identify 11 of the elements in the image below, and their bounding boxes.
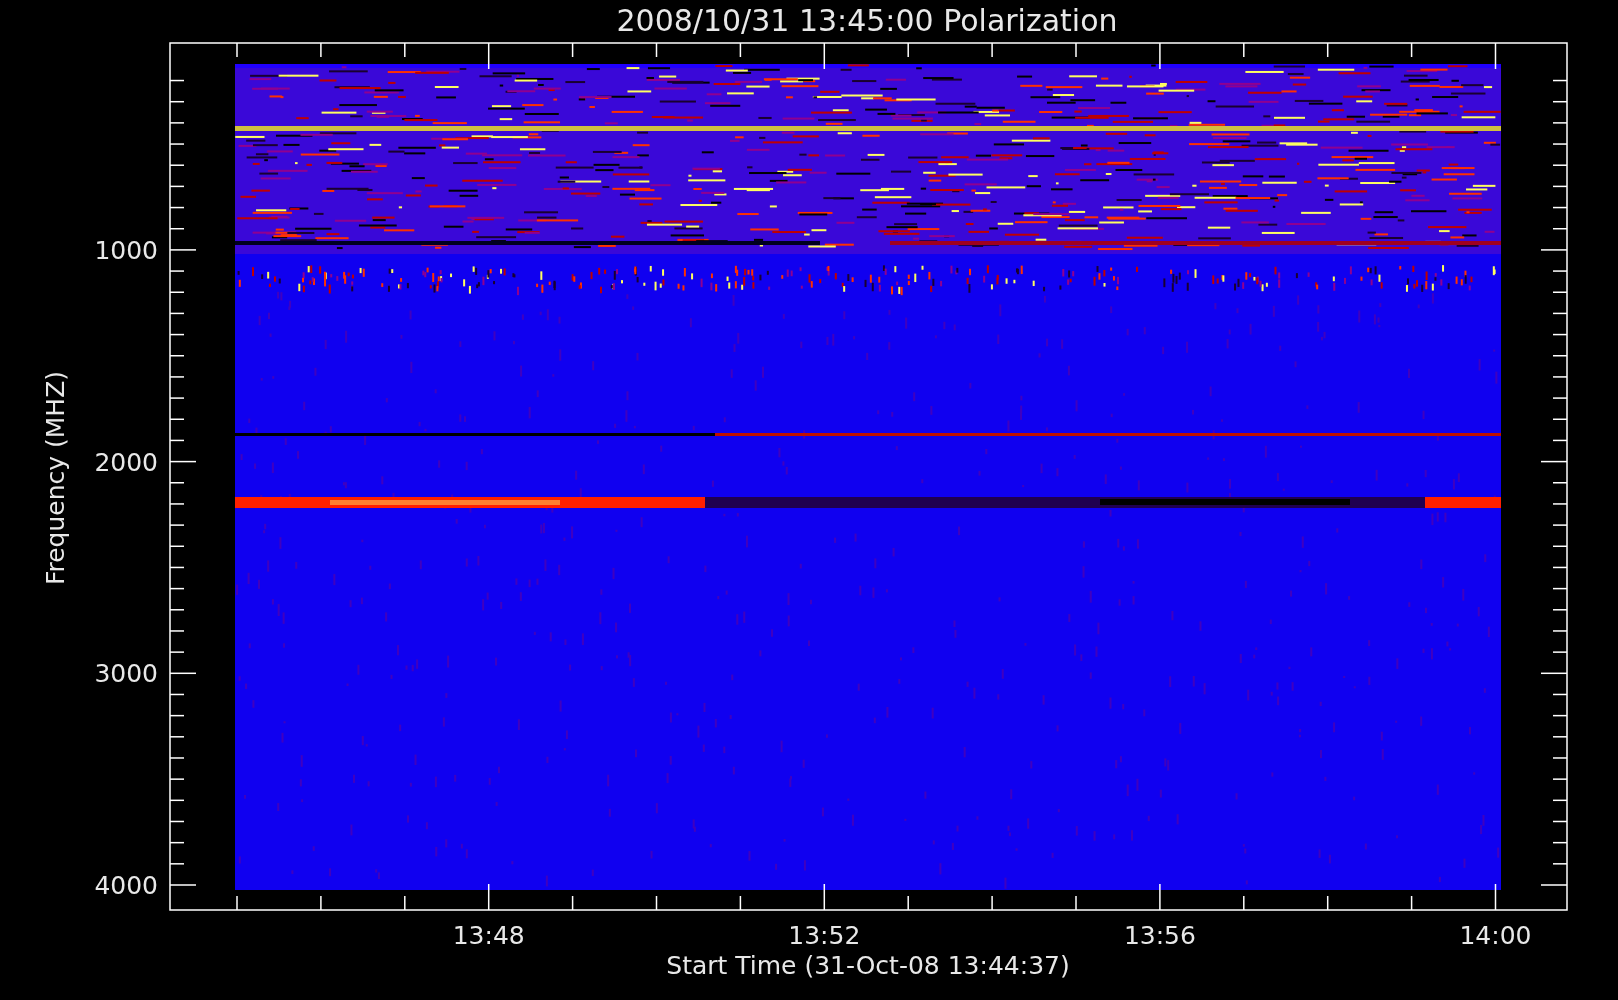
x-tick-label: 13:52 bbox=[788, 921, 861, 950]
y-axis-title: Frequency (MHZ) bbox=[41, 370, 70, 586]
y-tick-label: 3000 bbox=[94, 659, 158, 689]
x-tick-label: 13:48 bbox=[452, 921, 525, 950]
y-tick-label: 4000 bbox=[94, 871, 158, 900]
x-tick-label: 13:56 bbox=[1123, 921, 1196, 950]
x-axis-title: Start Time (31-Oct-08 13:44:37) bbox=[666, 951, 1070, 980]
x-tick-label: 14:00 bbox=[1459, 921, 1532, 950]
y-tick-label: 1000 bbox=[94, 235, 158, 265]
chart-title: 2008/10/31 13:45:00 Polarization bbox=[616, 3, 1118, 38]
y-tick-label: 2000 bbox=[94, 447, 158, 477]
